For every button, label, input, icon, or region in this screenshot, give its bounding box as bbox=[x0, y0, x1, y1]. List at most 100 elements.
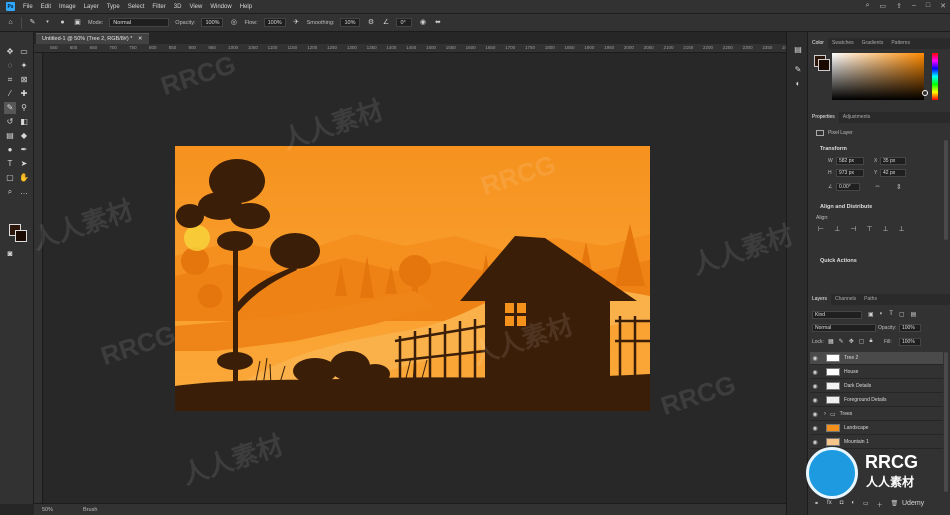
pen-tool-icon[interactable]: ✒ bbox=[18, 144, 30, 156]
mode-select[interactable]: Normal bbox=[109, 18, 170, 27]
workspace-icon[interactable]: ▭ bbox=[879, 2, 886, 10]
chevron-down-icon[interactable]: ▾ bbox=[43, 18, 52, 27]
menu-edit[interactable]: Edit bbox=[41, 4, 51, 10]
layer-row[interactable]: ◉ House bbox=[810, 366, 943, 379]
hue-slider[interactable] bbox=[932, 53, 938, 100]
eyedropper-icon[interactable]: ⁄ bbox=[4, 88, 16, 100]
layer-style-icon[interactable]: fx bbox=[827, 500, 832, 509]
minimize-icon[interactable]: – bbox=[912, 2, 916, 10]
lasso-tool-icon[interactable]: ◌ bbox=[4, 60, 16, 72]
menu-3d[interactable]: 3D bbox=[174, 4, 182, 10]
quick-mask-icon[interactable]: ◙ bbox=[4, 248, 16, 260]
tab-layers[interactable]: Layers bbox=[808, 294, 832, 305]
visibility-eye-icon[interactable]: ◉ bbox=[810, 383, 820, 390]
artwork-canvas[interactable] bbox=[175, 146, 650, 411]
smoothing-field[interactable]: 10% bbox=[340, 18, 361, 27]
smart-object-filter-icon[interactable]: ▤ bbox=[911, 311, 917, 318]
new-layer-icon[interactable]: ＋ bbox=[877, 500, 883, 509]
visibility-eye-icon[interactable]: ◉ bbox=[810, 425, 820, 432]
menu-window[interactable]: Window bbox=[210, 4, 231, 10]
blend-mode-select[interactable]: Normal bbox=[812, 324, 876, 332]
layer-row[interactable]: ◉ Tree 2 bbox=[810, 352, 943, 365]
flip-vertical-icon[interactable]: ⇕ bbox=[896, 183, 902, 191]
type-tool-icon[interactable]: T bbox=[4, 158, 16, 170]
brush-tool-icon[interactable]: ✎ bbox=[28, 18, 37, 27]
vertical-ruler[interactable] bbox=[34, 53, 43, 503]
align-center-icon[interactable]: ⊥ bbox=[834, 225, 840, 233]
type-filter-icon[interactable]: T bbox=[889, 311, 893, 318]
align-right-icon[interactable]: ⊣ bbox=[850, 225, 856, 233]
maximize-icon[interactable]: □ bbox=[926, 2, 930, 10]
tab-color[interactable]: Color bbox=[808, 38, 828, 49]
link-layers-icon[interactable]: ⚭ bbox=[814, 500, 819, 509]
symmetry-icon[interactable]: ⬌ bbox=[433, 18, 442, 27]
tab-paths[interactable]: Paths bbox=[860, 294, 881, 305]
brush-settings-icon[interactable]: ▣ bbox=[73, 18, 82, 27]
background-color-swatch[interactable] bbox=[15, 230, 27, 242]
menu-file[interactable]: File bbox=[23, 4, 33, 10]
tab-adjustments[interactable]: Adjustments bbox=[839, 112, 875, 123]
gear-icon[interactable]: ⚙ bbox=[366, 18, 375, 27]
zoom-level[interactable]: 50% bbox=[42, 507, 53, 513]
layer-row[interactable]: ◉ Foreground Details bbox=[810, 394, 943, 407]
menu-select[interactable]: Select bbox=[128, 4, 145, 10]
document-tab[interactable]: Untitled-1 @ 50% (Tree 2, RGB/8#) * ✕ bbox=[36, 33, 149, 44]
flow-field[interactable]: 100% bbox=[263, 18, 286, 27]
shape-filter-icon[interactable]: ▢ bbox=[899, 311, 905, 318]
fill-field[interactable]: 100% bbox=[899, 338, 921, 346]
brush-preset-icon[interactable]: ● bbox=[58, 18, 67, 27]
close-icon[interactable]: ✕ bbox=[138, 36, 143, 42]
properties-scrollbar[interactable] bbox=[944, 140, 948, 240]
shape-tool-icon[interactable]: ▢ bbox=[4, 172, 16, 184]
pressure-opacity-icon[interactable]: ◎ bbox=[229, 18, 238, 27]
align-section-title[interactable]: Align and Distribute bbox=[820, 204, 872, 210]
tab-swatches[interactable]: Swatches bbox=[828, 38, 858, 49]
layer-row[interactable]: ◉ › ▭ Trees bbox=[810, 408, 943, 421]
visibility-eye-icon[interactable]: ◉ bbox=[810, 369, 820, 376]
history-brush-icon[interactable]: ↺ bbox=[4, 116, 16, 128]
stamp-tool-icon[interactable]: ⚲ bbox=[18, 102, 30, 114]
y-field[interactable]: 42 px bbox=[880, 169, 906, 177]
tab-patterns[interactable]: Patterns bbox=[887, 38, 914, 49]
tab-channels[interactable]: Channels bbox=[831, 294, 860, 305]
menu-filter[interactable]: Filter bbox=[152, 4, 165, 10]
healing-brush-icon[interactable]: ✚ bbox=[18, 88, 30, 100]
blur-tool-icon[interactable]: ◆ bbox=[18, 130, 30, 142]
tab-gradients[interactable]: Gradients bbox=[858, 38, 888, 49]
canvas-area[interactable] bbox=[44, 53, 786, 503]
height-field[interactable]: 973 px bbox=[836, 169, 864, 177]
eraser-icon[interactable]: ◧ bbox=[18, 116, 30, 128]
new-group-icon[interactable]: ▭ bbox=[863, 500, 869, 509]
menu-view[interactable]: View bbox=[189, 4, 202, 10]
layer-filter-kind[interactable]: Kind bbox=[812, 311, 862, 319]
adjustment-filter-icon[interactable]: ◐ bbox=[880, 311, 884, 318]
lock-transparency-icon[interactable]: ▦ bbox=[828, 338, 834, 345]
menu-layer[interactable]: Layer bbox=[84, 4, 99, 10]
dodge-tool-icon[interactable]: ● bbox=[4, 144, 16, 156]
tab-properties[interactable]: Properties bbox=[808, 112, 839, 123]
chevron-right-icon[interactable]: › bbox=[824, 411, 826, 417]
history-icon[interactable]: ▤ bbox=[792, 44, 804, 56]
lock-pixels-icon[interactable]: ✎ bbox=[839, 338, 844, 345]
layers-scrollbar[interactable] bbox=[944, 352, 948, 492]
horizontal-ruler[interactable]: 550 600 650 700 750 800 850 900 950 1000 1050 1100 1… bbox=[34, 44, 786, 53]
move-tool-icon[interactable]: ✥ bbox=[4, 46, 16, 58]
angle-field[interactable]: 0° bbox=[396, 18, 413, 27]
layer-row[interactable]: ◉ Dark Details bbox=[810, 380, 943, 393]
close-icon[interactable]: ✕ bbox=[940, 2, 946, 10]
transform-section-title[interactable]: Transform bbox=[820, 146, 847, 152]
trash-icon[interactable]: 🗑︎ bbox=[891, 500, 899, 509]
opacity-field[interactable]: 100% bbox=[201, 18, 224, 27]
adjustments-icon[interactable]: ◐ bbox=[792, 78, 804, 90]
brush-settings-icon[interactable]: ✎ bbox=[792, 64, 804, 76]
layer-mask-icon[interactable]: ◘ bbox=[840, 500, 844, 509]
angle-icon[interactable]: ∠ bbox=[381, 18, 390, 27]
zoom-tool-icon[interactable]: ⌕ bbox=[4, 186, 16, 198]
hand-tool-icon[interactable]: ✋ bbox=[18, 172, 30, 184]
visibility-eye-icon[interactable]: ◉ bbox=[810, 397, 820, 404]
menu-help[interactable]: Help bbox=[240, 4, 252, 10]
crop-tool-icon[interactable]: ⌗ bbox=[4, 74, 16, 86]
adjustment-layer-icon[interactable]: ◐ bbox=[851, 500, 855, 509]
menu-image[interactable]: Image bbox=[59, 4, 76, 10]
quick-actions-title[interactable]: Quick Actions bbox=[820, 258, 857, 264]
